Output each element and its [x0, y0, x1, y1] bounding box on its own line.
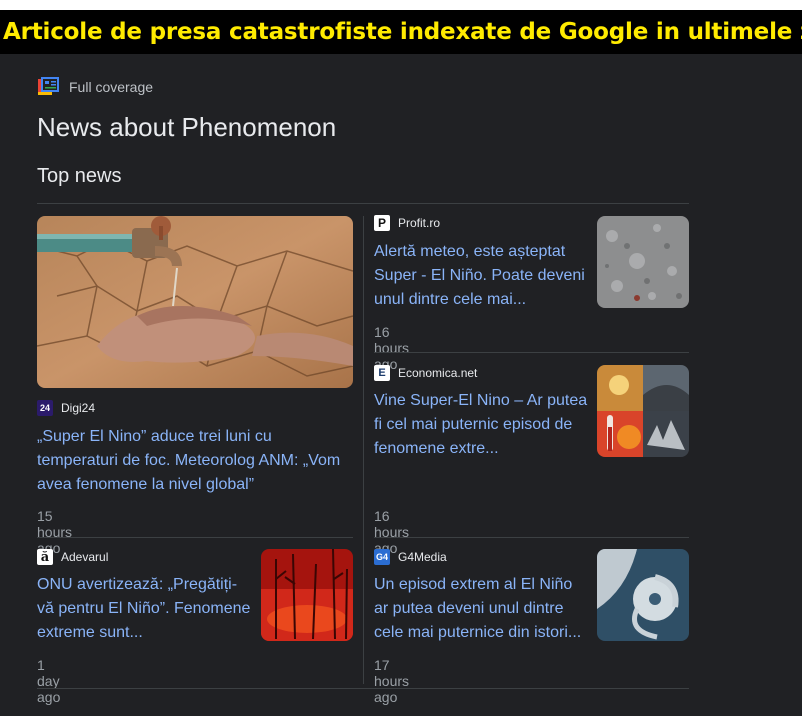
news-panel: Full coverage News about Phenomenon Top … [0, 54, 802, 716]
article-image-forest-fire[interactable] [261, 549, 353, 641]
source-adevarul: ă Adevarul [37, 549, 108, 565]
column-divider [363, 216, 364, 684]
divider [374, 537, 689, 538]
source-name: Profit.ro [398, 216, 441, 230]
caption-banner: Articole de presa catastrofiste indexate… [0, 10, 802, 54]
article-title-link[interactable]: Un episod extrem al El Niño ar putea dev… [374, 573, 588, 645]
digi24-logo-icon: 24 [37, 400, 53, 416]
divider [37, 537, 353, 538]
article-time: 17 hours ago [374, 657, 410, 705]
divider [37, 688, 689, 689]
caption-text: Articole de presa catastrofiste indexate… [3, 19, 802, 45]
source-economica: E Economica.net [374, 365, 477, 381]
divider [374, 352, 689, 353]
source-g4media: G4 G4Media [374, 549, 447, 565]
economica-logo-icon: E [374, 365, 390, 381]
source-name: Economica.net [398, 366, 478, 380]
source-digi24: 24 Digi24 [37, 400, 95, 416]
full-coverage-text: Full coverage [69, 79, 154, 95]
article-image-weather-collage[interactable] [597, 365, 689, 457]
article-title-link[interactable]: Vine Super-El Nino – Ar putea fi cel mai… [374, 389, 588, 461]
article-title-link[interactable]: Alertă meteo, este așteptat Super - El N… [374, 240, 588, 312]
article-image-satellite-storm[interactable] [597, 549, 689, 641]
source-name: Adevarul [61, 550, 109, 564]
source-profit: P Profit.ro [374, 215, 440, 231]
full-coverage-label[interactable]: Full coverage [37, 76, 153, 98]
article-image-rain[interactable] [597, 216, 689, 308]
article-title-link[interactable]: „Super El Nino” aduce trei luni cu tempe… [37, 425, 353, 497]
article-image-water-tap[interactable] [37, 216, 353, 388]
adevarul-logo-icon: ă [37, 549, 53, 565]
g4media-logo-icon: G4 [374, 549, 390, 565]
profit-logo-icon: P [374, 215, 390, 231]
source-name: G4Media [398, 550, 447, 564]
source-name: Digi24 [61, 401, 96, 415]
article-time: 1 day ago [37, 657, 61, 705]
full-coverage-icon [38, 77, 59, 95]
page-title: News about Phenomenon [37, 112, 337, 142]
section-title: Top news [37, 165, 122, 187]
article-title-link[interactable]: ONU avertizează: „Pregătiți-vă pentru El… [37, 573, 251, 645]
divider [37, 203, 689, 204]
